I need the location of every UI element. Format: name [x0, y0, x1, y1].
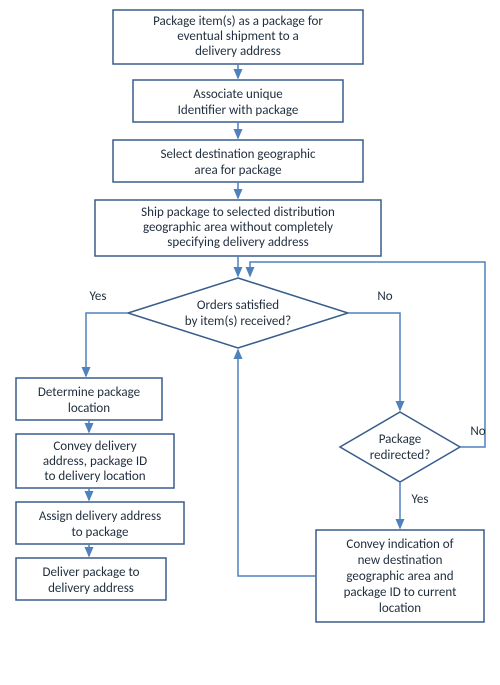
edge-d1-yes	[86, 313, 128, 376]
n1-l1: Package item(s) as a package for	[153, 14, 323, 29]
n1-l3: delivery address	[195, 44, 281, 59]
n4-l1: Ship package to selected distribution	[141, 205, 335, 220]
label-d1-no: No	[377, 289, 392, 304]
label-d2-yes: Yes	[412, 492, 429, 507]
n7-l1: Assign delivery address	[39, 509, 161, 524]
n4-l2: geographic area without completely	[143, 220, 333, 235]
n8-l1: Deliver package to	[42, 565, 139, 580]
decision-orders-satisfied: Orders satisfied by item(s) received?	[128, 278, 348, 348]
n9-l4: package ID to current	[344, 585, 458, 600]
node-select-destination: Select destination geographic area for p…	[113, 140, 363, 182]
edge-n9-d1	[238, 350, 316, 576]
label-d1-yes: Yes	[90, 289, 107, 304]
node-convey-new-destination: Convey indication of new destination geo…	[316, 530, 484, 622]
node-determine-location: Determine package location	[16, 378, 162, 420]
n6-l3: to delivery location	[44, 469, 145, 484]
n4-l3: specifying delivery address	[167, 235, 308, 250]
node-deliver-package: Deliver package to delivery address	[16, 558, 166, 600]
n6-l2: address, package ID	[43, 454, 147, 469]
node-package-items: Package item(s) as a package for eventua…	[113, 10, 363, 64]
node-ship-package: Ship package to selected distribution ge…	[95, 200, 381, 256]
n2-l1: Associate unique	[193, 87, 283, 102]
n9-l3: geographic area and	[346, 569, 453, 584]
n3-l1: Select destination geographic	[160, 147, 316, 162]
n9-l2: new destination	[358, 553, 443, 568]
n9-l5: location	[379, 601, 421, 616]
edge-d2-no	[250, 262, 485, 447]
n2-l2: Identifier with package	[178, 103, 299, 118]
n8-l2: delivery address	[48, 581, 134, 596]
n7-l2: to package	[72, 525, 129, 540]
decision-package-redirected: Package redirected?	[340, 412, 460, 482]
d2-l1: Package	[379, 432, 422, 447]
n1-l2: eventual shipment to a	[177, 29, 299, 44]
n3-l2: area for package	[194, 163, 281, 178]
edge-d1-no	[348, 313, 400, 410]
n9-l1: Convey indication of	[346, 537, 453, 552]
d1-l1: Orders satisfied	[197, 298, 279, 313]
n5-l2: location	[68, 401, 110, 416]
label-d2-no: No	[470, 424, 485, 439]
n6-l1: Convey delivery	[53, 439, 136, 454]
n5-l1: Determine package	[38, 385, 140, 400]
d1-l2: by item(s) received?	[185, 314, 291, 329]
node-assign-delivery-address: Assign delivery address to package	[16, 502, 184, 544]
node-associate-id: Associate unique Identifier with package	[133, 80, 343, 122]
node-convey-delivery-address: Convey delivery address, package ID to d…	[16, 434, 174, 488]
d2-l2: redirected?	[370, 448, 431, 463]
flowchart: Package item(s) as a package for eventua…	[0, 0, 500, 685]
